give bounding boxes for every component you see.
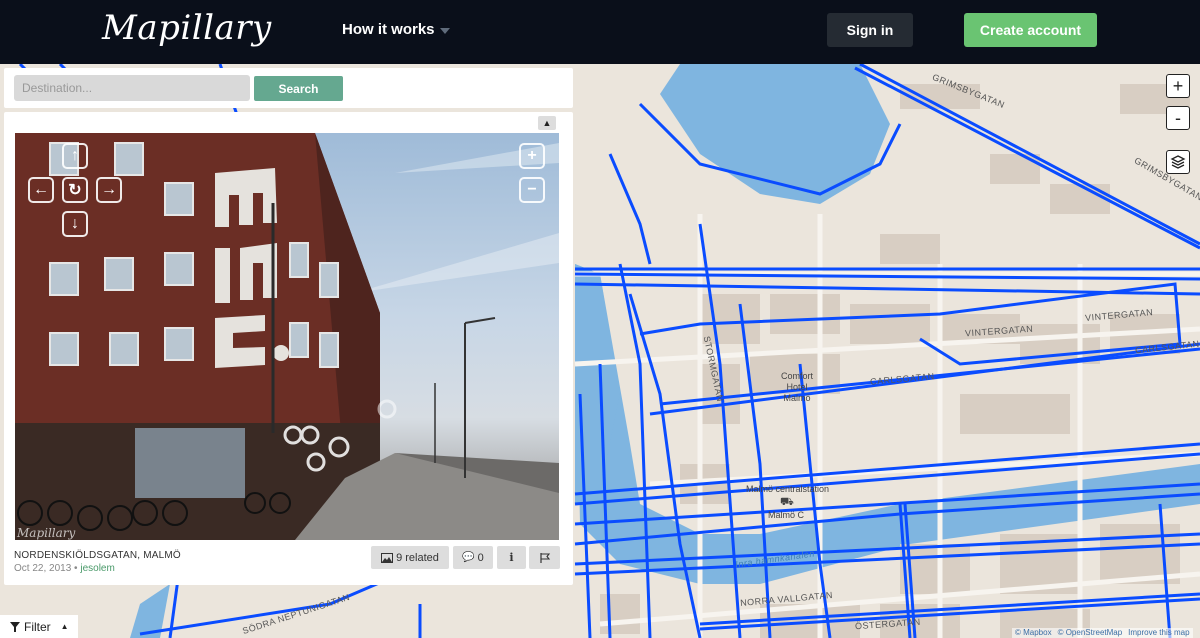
arrow-right-icon: → bbox=[101, 181, 117, 198]
info-button[interactable]: i bbox=[497, 546, 526, 569]
comments-button[interactable]: 💬 0 bbox=[453, 546, 493, 569]
flag-button[interactable] bbox=[529, 546, 560, 569]
osm-link[interactable]: © OpenStreetMap bbox=[1058, 628, 1123, 638]
how-it-works-label: How it works bbox=[342, 21, 435, 38]
layers-icon bbox=[1170, 155, 1186, 169]
arrow-left-icon: ← bbox=[33, 181, 49, 198]
arrow-down-icon: ↓ bbox=[71, 215, 79, 232]
poi-malmo-c[interactable]: Malmö C bbox=[768, 510, 804, 521]
rotate-icon: ↻ bbox=[68, 182, 82, 199]
move-left-button[interactable]: ← bbox=[28, 177, 54, 203]
filter-label: Filter bbox=[24, 619, 51, 634]
top-navbar: Mapillary How it works Sign in Create ac… bbox=[0, 0, 1200, 64]
map-zoom-out-button[interactable]: - bbox=[1166, 106, 1190, 130]
image-viewer-panel: ▲ ↑ ← ↻ → ↓ + − Mapillary NORDENSKIÖLDSG… bbox=[4, 112, 573, 585]
comments-count: 0 bbox=[477, 551, 484, 564]
poi-comfort-hotel[interactable]: Comfort Hotel Malmö bbox=[772, 371, 822, 404]
photo-street-name: NORDENSKIÖLDSGATAN, MALMÖ bbox=[14, 550, 181, 561]
photo-date: Oct 22, 2013 bbox=[14, 563, 72, 574]
layers-button[interactable] bbox=[1166, 150, 1190, 174]
filter-toggle[interactable]: Filter ▲ bbox=[0, 615, 78, 638]
mapillary-logo[interactable]: Mapillary bbox=[102, 8, 272, 48]
viewer-zoom-in-button[interactable]: + bbox=[519, 143, 545, 169]
sign-in-button[interactable]: Sign in bbox=[827, 13, 913, 47]
move-backward-button[interactable]: ↓ bbox=[62, 211, 88, 237]
map-zoom-in-button[interactable]: + bbox=[1166, 74, 1190, 98]
photo-date-user: Oct 22, 2013 • jesolem bbox=[14, 563, 181, 574]
comments-icon: 💬 bbox=[462, 552, 475, 563]
separator-dot: • bbox=[74, 563, 78, 574]
move-right-button[interactable]: → bbox=[96, 177, 122, 203]
viewer-zoom-out-button[interactable]: − bbox=[519, 177, 545, 203]
chevron-up-icon: ▲ bbox=[60, 622, 69, 631]
create-account-button[interactable]: Create account bbox=[964, 13, 1097, 47]
related-images-button[interactable]: 9 related bbox=[371, 546, 449, 569]
move-forward-button[interactable]: ↑ bbox=[62, 143, 88, 169]
photo-user-link[interactable]: jesolem bbox=[80, 563, 114, 574]
chevron-up-icon: ▲ bbox=[542, 118, 552, 128]
info-icon: i bbox=[509, 551, 514, 564]
mapbox-link[interactable]: © Mapbox bbox=[1015, 628, 1052, 638]
search-button[interactable]: Search bbox=[254, 76, 343, 101]
arrow-up-icon: ↑ bbox=[71, 147, 79, 164]
image-icon bbox=[381, 552, 394, 563]
search-panel: Search bbox=[4, 68, 573, 108]
destination-search-input[interactable] bbox=[14, 75, 250, 101]
photo-metadata: NORDENSKIÖLDSGATAN, MALMÖ Oct 22, 2013 •… bbox=[14, 550, 181, 574]
improve-map-link[interactable]: Improve this map bbox=[1128, 628, 1189, 638]
flag-icon bbox=[539, 552, 550, 563]
filter-icon bbox=[10, 621, 20, 632]
train-icon: ⛟ bbox=[780, 496, 794, 508]
mapillary-watermark: Mapillary bbox=[17, 526, 76, 540]
rotate-button[interactable]: ↻ bbox=[62, 177, 88, 203]
collapse-viewer-button[interactable]: ▲ bbox=[538, 116, 556, 130]
plus-icon: + bbox=[527, 147, 537, 164]
how-it-works-menu[interactable]: How it works bbox=[342, 21, 450, 38]
street-photo[interactable]: ↑ ← ↻ → ↓ + − Mapillary bbox=[15, 133, 559, 540]
map-attribution: © Mapbox © OpenStreetMap Improve this ma… bbox=[1012, 628, 1193, 638]
minus-icon: − bbox=[527, 181, 537, 198]
caret-down-icon bbox=[439, 27, 450, 34]
related-label: 9 related bbox=[396, 551, 439, 564]
poi-central-station[interactable]: Malmö centralstation bbox=[746, 484, 829, 495]
